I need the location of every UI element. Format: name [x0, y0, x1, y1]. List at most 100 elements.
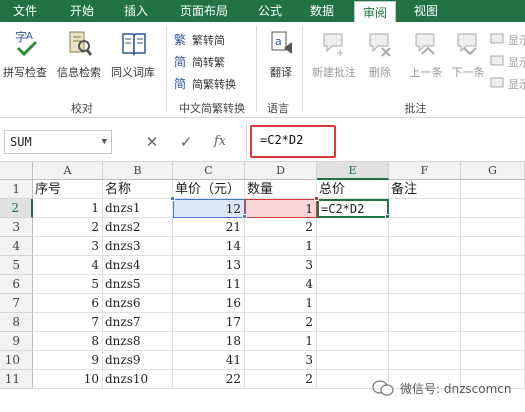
cell-name[interactable]: dnzs9	[103, 351, 173, 370]
row-header[interactable]: 7	[0, 294, 33, 313]
column-header-b[interactable]: B	[103, 162, 173, 180]
header-cell[interactable]: 名称	[103, 180, 173, 199]
cell-note[interactable]	[389, 256, 461, 275]
cell-g[interactable]	[461, 237, 525, 256]
cell-price[interactable]: 18	[173, 332, 245, 351]
cell-qty[interactable]: 2	[245, 370, 317, 389]
next-comment-button[interactable]: 下一条	[446, 26, 490, 86]
cell-price[interactable]: 22	[173, 370, 245, 389]
cell-note[interactable]	[389, 294, 461, 313]
cell-g[interactable]	[461, 351, 525, 370]
header-cell[interactable]: 总价	[317, 180, 389, 199]
cell-note[interactable]	[389, 237, 461, 256]
cell-qty[interactable]: 1	[245, 199, 317, 218]
cell-note[interactable]	[389, 199, 461, 218]
cell-note[interactable]	[389, 275, 461, 294]
cell-g[interactable]	[461, 294, 525, 313]
cell-name[interactable]: dnzs10	[103, 370, 173, 389]
column-header-g[interactable]: G	[461, 162, 525, 180]
new-comment-button[interactable]: + 新建批注	[306, 26, 362, 86]
column-header-f[interactable]: F	[389, 162, 461, 180]
cell-qty[interactable]: 2	[245, 313, 317, 332]
ref-handle-blue[interactable]	[170, 196, 175, 201]
cell-note[interactable]	[389, 218, 461, 237]
cell-qty[interactable]: 1	[245, 294, 317, 313]
cell-total[interactable]	[317, 256, 389, 275]
cell-qty[interactable]: 3	[245, 351, 317, 370]
cell-price[interactable]: 11	[173, 275, 245, 294]
cell-index[interactable]: 5	[33, 275, 103, 294]
tab-page-layout[interactable]: 页面布局	[168, 0, 240, 22]
cell-name[interactable]: dnzs3	[103, 237, 173, 256]
row-header[interactable]: 2	[0, 199, 33, 218]
tab-data[interactable]: 数据	[302, 0, 342, 22]
cell-name[interactable]: dnzs7	[103, 313, 173, 332]
cell-total[interactable]	[317, 275, 389, 294]
cell-qty[interactable]: 1	[245, 332, 317, 351]
tab-file[interactable]: 文件	[4, 0, 46, 22]
cell-total[interactable]	[317, 218, 389, 237]
header-cell[interactable]: 备注	[389, 180, 461, 199]
cell-index[interactable]: 1	[33, 199, 103, 218]
select-all-corner[interactable]	[0, 162, 33, 180]
cell-total[interactable]	[317, 351, 389, 370]
tab-review[interactable]: 审阅	[354, 1, 396, 22]
tab-insert[interactable]: 插入	[116, 0, 156, 22]
delete-comment-button[interactable]: 删除	[356, 26, 404, 86]
spell-check-button[interactable]: 字 A 拼写检查	[0, 26, 50, 86]
row-header[interactable]: 4	[0, 237, 33, 256]
column-header-c[interactable]: C	[173, 162, 245, 180]
ref-handle-blue[interactable]	[242, 214, 247, 219]
row-header[interactable]: 3	[0, 218, 33, 237]
row-header[interactable]: 6	[0, 275, 33, 294]
cell-g[interactable]	[461, 218, 525, 237]
row-header[interactable]: 11	[0, 370, 33, 389]
cell-index[interactable]: 9	[33, 351, 103, 370]
cell-price[interactable]: 13	[173, 256, 245, 275]
cell-qty[interactable]: 2	[245, 218, 317, 237]
row-header[interactable]: 8	[0, 313, 33, 332]
cell-qty[interactable]: 3	[245, 256, 317, 275]
column-header-a[interactable]: A	[33, 162, 103, 180]
cell-price[interactable]: 14	[173, 237, 245, 256]
cell-g[interactable]	[461, 332, 525, 351]
cell-index[interactable]: 10	[33, 370, 103, 389]
cell-price[interactable]: 16	[173, 294, 245, 313]
cell-index[interactable]: 8	[33, 332, 103, 351]
thesaurus-button[interactable]: 同义词库	[108, 26, 158, 86]
research-button[interactable]: 信息检索	[54, 26, 104, 86]
header-cell[interactable]: 单价（元）	[173, 180, 245, 199]
cell-name[interactable]: dnzs4	[103, 256, 173, 275]
fill-handle[interactable]	[385, 214, 390, 219]
cell-index[interactable]: 3	[33, 237, 103, 256]
previous-comment-button[interactable]: 上一条	[404, 26, 448, 86]
cell-price[interactable]: 12	[173, 199, 245, 218]
cell-price[interactable]: 41	[173, 351, 245, 370]
cell-qty[interactable]: 1	[245, 237, 317, 256]
cell-g[interactable]	[461, 275, 525, 294]
cell-name[interactable]: dnzs8	[103, 332, 173, 351]
tab-view[interactable]: 视图	[406, 0, 446, 22]
enter-icon[interactable]: ✓	[174, 130, 198, 154]
cell-name[interactable]: dnzs1	[103, 199, 173, 218]
cell-index[interactable]: 2	[33, 218, 103, 237]
row-header[interactable]: 10	[0, 351, 33, 370]
cell-total[interactable]	[317, 237, 389, 256]
cell-g[interactable]	[461, 199, 525, 218]
tab-home[interactable]: 开始	[62, 0, 102, 22]
cell-total[interactable]	[317, 313, 389, 332]
cell-index[interactable]: 6	[33, 294, 103, 313]
chevron-down-icon[interactable]: ▼	[102, 131, 107, 153]
formula-text[interactable]: =C2*D2	[260, 133, 303, 147]
column-header-e[interactable]: E	[317, 162, 389, 180]
tab-formulas[interactable]: 公式	[250, 0, 290, 22]
name-box[interactable]: SUM ▼	[4, 130, 112, 154]
insert-function-icon[interactable]: fx	[208, 130, 232, 154]
cell-note[interactable]	[389, 313, 461, 332]
header-cell[interactable]: 数量	[245, 180, 317, 199]
cell-name[interactable]: dnzs2	[103, 218, 173, 237]
row-header[interactable]: 1	[0, 180, 33, 199]
ref-handle-red[interactable]	[314, 196, 319, 201]
header-cell[interactable]	[461, 180, 525, 199]
cell-index[interactable]: 7	[33, 313, 103, 332]
